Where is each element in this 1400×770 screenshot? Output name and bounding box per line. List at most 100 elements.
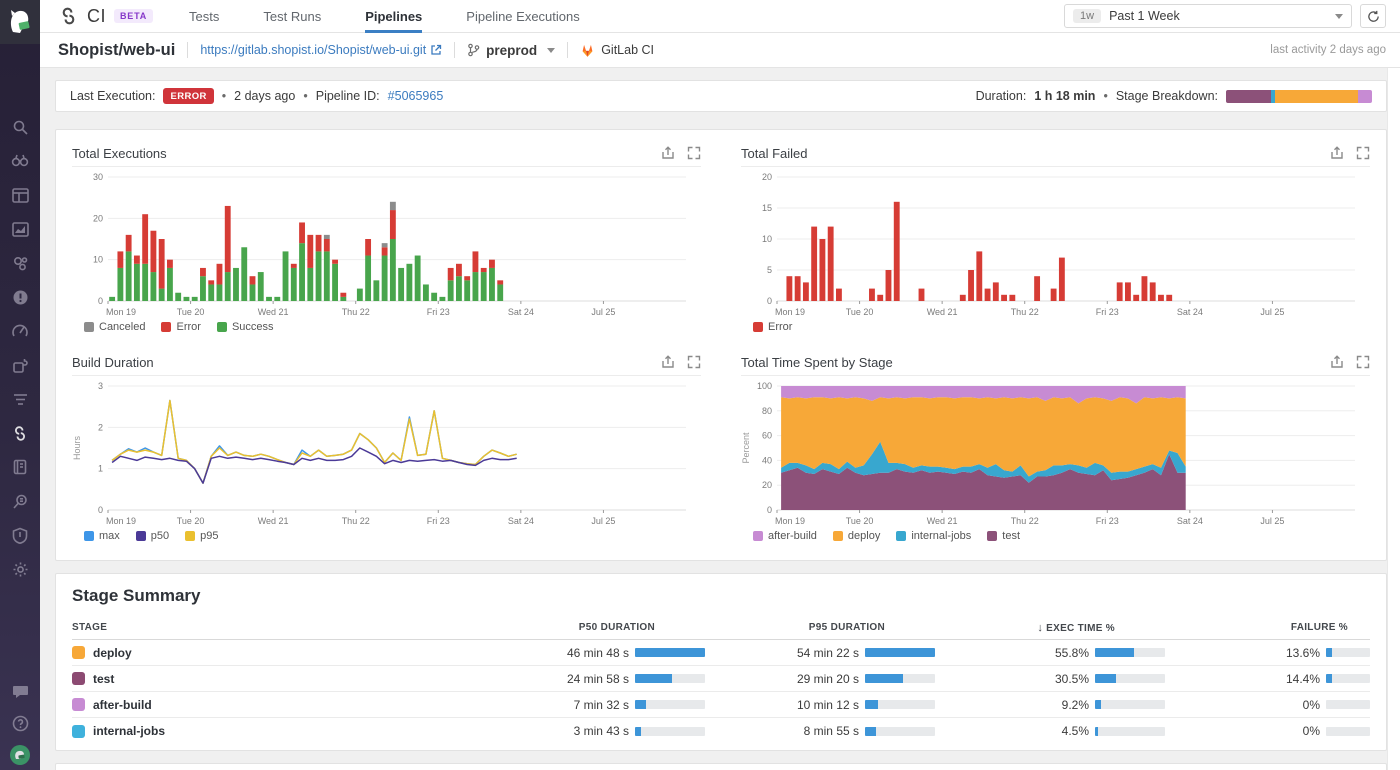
export-icon[interactable] xyxy=(661,355,675,369)
help-icon[interactable] xyxy=(9,712,31,734)
bar-segment xyxy=(869,288,875,301)
time-range-select[interactable]: 1w Past 1 Week xyxy=(1064,4,1352,28)
notebooks-icon[interactable] xyxy=(9,456,31,478)
total-failed-chart[interactable]: 0 5 10 15 20 Mon 19 Tue 20 Wed 21 Thu 22 Fri 23 Sa… xyxy=(741,169,1361,319)
stage-breakdown-segment-test xyxy=(1226,89,1272,103)
legend-item-Error[interactable]: Error xyxy=(161,321,201,333)
legend-item-Success[interactable]: Success xyxy=(216,321,274,333)
bar-segment xyxy=(1166,294,1173,301)
svg-text:80: 80 xyxy=(762,406,772,416)
duration-value: 1 h 18 min xyxy=(1034,89,1096,103)
legend-swatch-icon xyxy=(185,531,196,541)
value-text: 24 min 58 s xyxy=(566,671,629,686)
time-range-label: Past 1 Week xyxy=(1109,9,1180,23)
table-row-internal-jobs[interactable]: internal-jobs 3 min 43 s 8 min 55 s 4.5% 0% xyxy=(72,718,1370,744)
bar-segment xyxy=(827,226,834,301)
bar-segment xyxy=(480,272,487,301)
watchdog-icon[interactable] xyxy=(9,150,31,172)
table-row-test[interactable]: test 24 min 58 s 29 min 20 s 30.5% 14.4% xyxy=(72,666,1370,692)
legend-item-after-build[interactable]: after-build xyxy=(753,530,817,542)
legend-item-Canceled[interactable]: Canceled xyxy=(84,321,145,333)
legend-item-test[interactable]: test xyxy=(987,530,1020,542)
legend-label: Canceled xyxy=(99,321,146,333)
log-search-icon[interactable] xyxy=(9,490,31,512)
repo-url-link[interactable]: https://gitlab.shopist.io/Shopist/web-ui… xyxy=(200,43,442,57)
legend-swatch-icon xyxy=(987,531,998,541)
column-header-stage[interactable]: STAGE xyxy=(72,622,475,633)
svg-text:Jul 25: Jul 25 xyxy=(1260,307,1284,317)
search-icon[interactable] xyxy=(9,116,31,138)
bar-segment xyxy=(365,239,372,256)
table-row-deploy[interactable]: deploy 46 min 48 s 54 min 22 s 55.8% 13.6% xyxy=(72,640,1370,666)
apm-gauge-icon[interactable] xyxy=(9,320,31,342)
scrollbar-gutter[interactable] xyxy=(1387,68,1400,770)
svg-text:Tue 20: Tue 20 xyxy=(177,516,205,526)
legend-item-p50[interactable]: p50 xyxy=(135,530,169,542)
bar-segment xyxy=(1116,282,1123,301)
pipelines-list-icon[interactable] xyxy=(9,388,31,410)
bar-segment xyxy=(389,201,396,211)
pipeline-id-link[interactable]: #5065965 xyxy=(388,89,444,103)
datadog-bits-green-icon[interactable] xyxy=(9,744,31,766)
datadog-logo[interactable] xyxy=(0,0,40,44)
value-bar-track xyxy=(865,700,935,709)
bar-segment xyxy=(167,259,173,268)
bar-segment xyxy=(1058,257,1065,301)
metrics-icon[interactable] xyxy=(9,218,31,240)
expand-icon[interactable] xyxy=(1356,355,1370,369)
build-duration-chart[interactable]: 0 1 2 3 Mon 19 Tue 20 Wed 21 Thu 22 Fri 23 Sat 24… xyxy=(72,378,692,528)
expand-icon[interactable] xyxy=(1356,146,1370,160)
tab-pipeline-executions[interactable]: Pipeline Executions xyxy=(466,0,579,33)
refresh-button[interactable] xyxy=(1360,4,1386,28)
svg-text:Fri 23: Fri 23 xyxy=(1096,307,1119,317)
sidebar xyxy=(0,0,40,770)
value-bar-fill xyxy=(1095,648,1135,657)
branch-selector[interactable]: preprod xyxy=(467,43,556,58)
legend-item-Error[interactable]: Error xyxy=(753,321,792,333)
service-map-icon[interactable] xyxy=(9,252,31,274)
value-bar-track xyxy=(865,674,935,683)
tab-test-runs[interactable]: Test Runs xyxy=(263,0,321,33)
p50-duration-cell: 24 min 58 s xyxy=(475,672,705,686)
bar-segment xyxy=(406,263,413,301)
security-shield-icon[interactable] xyxy=(9,524,31,546)
integrations-icon[interactable] xyxy=(9,354,31,376)
svg-text:Mon 19: Mon 19 xyxy=(106,516,136,526)
export-icon[interactable] xyxy=(661,146,675,160)
legend-item-internal-jobs[interactable]: internal-jobs xyxy=(896,530,971,542)
value-text: 10 min 12 s xyxy=(796,697,859,712)
settings-gear-icon[interactable] xyxy=(9,558,31,580)
ci-icon[interactable] xyxy=(9,422,31,444)
table-row-after-build[interactable]: after-build 7 min 32 s 10 min 12 s 9.2% 0% xyxy=(72,692,1370,718)
time-by-stage-chart[interactable]: 0 20 40 60 80 100 Mon 19 Tue 20 Wed 21 Thu 22 Fri … xyxy=(741,378,1361,528)
chevron-down-icon xyxy=(547,47,556,53)
external-link-icon xyxy=(431,44,442,55)
export-icon[interactable] xyxy=(1330,146,1344,160)
legend-item-max[interactable]: max xyxy=(84,530,120,542)
column-header-failure[interactable]: FAILURE % xyxy=(1165,622,1370,633)
legend-label: after-build xyxy=(768,530,817,542)
dashboards-icon[interactable] xyxy=(9,184,31,206)
tab-tests[interactable]: Tests xyxy=(189,0,219,33)
expand-icon[interactable] xyxy=(687,355,701,369)
bar-segment xyxy=(992,282,999,301)
expand-icon[interactable] xyxy=(687,146,701,160)
monitors-icon[interactable] xyxy=(9,286,31,308)
column-header-p50[interactable]: P50 DURATION xyxy=(475,622,705,633)
bar-segment xyxy=(959,294,966,301)
tab-pipelines[interactable]: Pipelines xyxy=(365,0,423,33)
column-header-exec-time[interactable]: ↓ EXEC TIME % xyxy=(935,622,1165,634)
export-icon[interactable] xyxy=(1330,355,1344,369)
column-header-p95[interactable]: P95 DURATION xyxy=(705,622,935,633)
legend-item-p95[interactable]: p95 xyxy=(185,530,219,542)
chat-bubble-icon[interactable] xyxy=(9,680,31,702)
p50-duration-cell: 3 min 43 s xyxy=(475,724,705,738)
total-executions-chart[interactable]: 0 10 20 30 Mon 19 Tue 20 Wed 21 Thu 22 Fri 23 Sat… xyxy=(72,169,692,319)
bar-segment xyxy=(1050,288,1057,301)
svg-text:3: 3 xyxy=(98,381,103,391)
svg-text:60: 60 xyxy=(762,431,772,441)
value-text: 3 min 43 s xyxy=(573,724,629,738)
value-bar-track xyxy=(1326,648,1370,657)
legend-item-deploy[interactable]: deploy xyxy=(832,530,880,542)
bar-segment xyxy=(117,267,124,301)
